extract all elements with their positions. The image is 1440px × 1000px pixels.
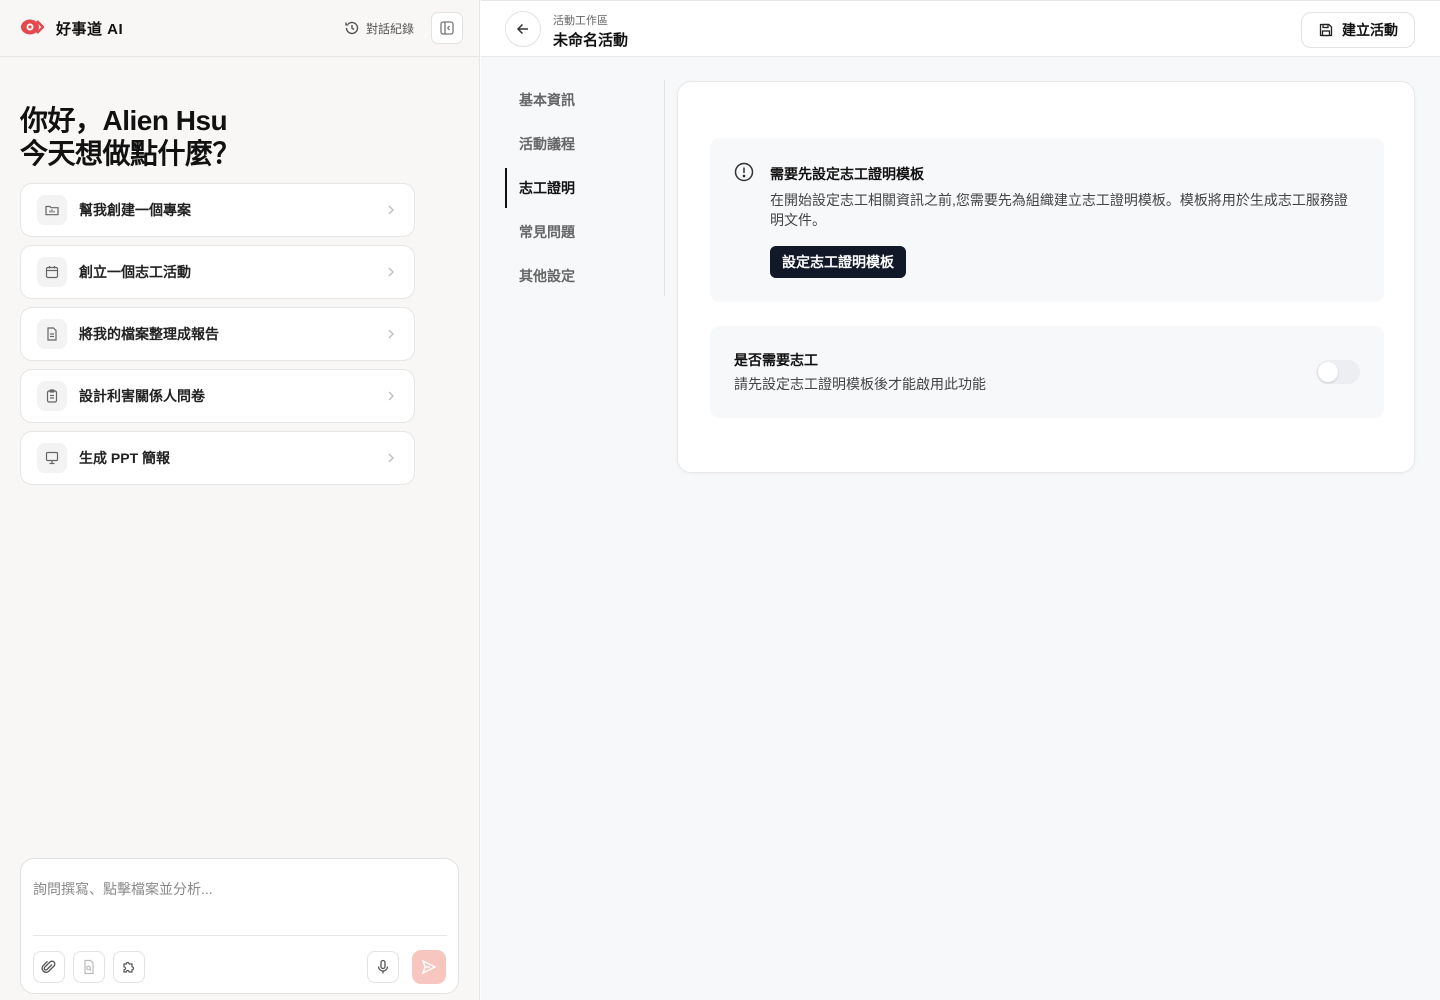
- document-icon: [37, 319, 67, 349]
- nav-agenda[interactable]: 活動議程: [505, 124, 664, 164]
- file-analyze-button[interactable]: [73, 951, 105, 983]
- breadcrumb: 活動工作區: [553, 15, 608, 27]
- chevron-right-icon: [388, 453, 394, 463]
- volunteer-certificate-card: 需要先設定志工證明模板 在開始設定志工相關資訊之前,您需要先為組織建立志工證明模…: [677, 81, 1415, 473]
- history-icon: [345, 21, 359, 35]
- suggestion-create-project[interactable]: 幫我創建一個專案: [20, 183, 415, 237]
- greeting: 你好，Alien Hsu 今天想做點什麼？: [20, 104, 241, 170]
- create-event-label: 建立活動: [1342, 22, 1398, 38]
- suggestion-list: 幫我創建一個專案 創立一個志工活動 將我的檔案整理成報告 設計利害關係人問卷 生…: [20, 183, 415, 493]
- send-button[interactable]: [412, 950, 446, 984]
- file-search-icon: [84, 959, 94, 975]
- suggestion-label: 設計利害關係人問卷: [79, 388, 205, 404]
- greeting-line-1: 你好，Alien Hsu: [20, 105, 228, 136]
- chat-header: 好事道 AI 對話紀錄: [0, 0, 480, 57]
- chevron-right-icon: [388, 205, 394, 215]
- toggle-knob: [1318, 362, 1338, 382]
- voice-input-button[interactable]: [367, 951, 399, 983]
- plugin-button[interactable]: [113, 951, 145, 983]
- paperclip-icon: [41, 960, 56, 973]
- suggestion-label: 將我的檔案整理成報告: [79, 326, 219, 342]
- suggestion-volunteer-event[interactable]: 創立一個志工活動: [20, 245, 415, 299]
- folder-chart-icon: [37, 195, 67, 225]
- chevron-right-icon: [388, 267, 394, 277]
- sidebar-collapse-icon: [440, 21, 454, 35]
- volunteer-required-setting: 是否需要志工 請先設定志工證明模板後才能啟用此功能: [710, 326, 1384, 418]
- setting-description: 請先設定志工證明模板後才能啟用此功能: [734, 376, 986, 392]
- alert-circle-icon: [734, 162, 754, 182]
- microphone-icon: [377, 959, 389, 974]
- nav-other-settings[interactable]: 其他設定: [505, 256, 664, 296]
- notice-description: 在開始設定志工相關資訊之前,您需要先為組織建立志工證明模板。模板將用於生成志工服…: [770, 192, 1348, 228]
- chevron-right-icon: [388, 391, 394, 401]
- chat-input[interactable]: 詢問撰寫、點擊檔案並分析...: [33, 879, 443, 899]
- logo-icon: [21, 19, 44, 35]
- volunteer-required-toggle[interactable]: [1316, 360, 1360, 384]
- presentation-icon: [37, 443, 67, 473]
- nav-faq[interactable]: 常見問題: [505, 212, 664, 252]
- chevron-right-icon: [388, 329, 394, 339]
- brand-name: 好事道 AI: [56, 21, 124, 38]
- back-button[interactable]: [505, 11, 541, 47]
- page-title: 未命名活動: [553, 32, 629, 49]
- setup-template-button[interactable]: 設定志工證明模板: [770, 246, 906, 278]
- suggestion-label: 幫我創建一個專案: [79, 202, 191, 218]
- suggestion-report[interactable]: 將我的檔案整理成報告: [20, 307, 415, 361]
- notice-title: 需要先設定志工證明模板: [770, 166, 924, 182]
- nav-basic-info[interactable]: 基本資訊: [505, 80, 664, 120]
- calendar-icon: [37, 257, 67, 287]
- suggestion-ppt[interactable]: 生成 PPT 簡報: [20, 431, 415, 485]
- nav-volunteer-certificate[interactable]: 志工證明: [505, 168, 664, 208]
- setting-title: 是否需要志工: [734, 352, 818, 368]
- create-event-button[interactable]: 建立活動: [1301, 12, 1415, 48]
- workspace-panel: 活動工作區 未命名活動 建立活動 基本資訊 活動議程 志工證明 常見問題 其他設…: [481, 0, 1440, 1000]
- workspace-header: 活動工作區 未命名活動 建立活動: [481, 0, 1440, 57]
- section-nav: 基本資訊 活動議程 志工證明 常見問題 其他設定: [505, 80, 665, 296]
- history-button[interactable]: 對話紀錄: [344, 18, 414, 38]
- attach-button[interactable]: [33, 951, 65, 983]
- send-icon: [421, 959, 437, 975]
- puzzle-icon: [123, 961, 135, 973]
- suggestion-survey[interactable]: 設計利害關係人問卷: [20, 369, 415, 423]
- suggestion-label: 創立一個志工活動: [79, 264, 191, 280]
- save-icon: [1319, 23, 1333, 37]
- composer-divider: [33, 935, 447, 936]
- clipboard-icon: [37, 381, 67, 411]
- arrow-left-icon: [516, 23, 528, 35]
- chat-panel: 好事道 AI 對話紀錄 你好，Alien Hsu 今天想做點什麼？ 幫我創建一個…: [0, 0, 480, 1000]
- history-label: 對話紀錄: [366, 21, 415, 36]
- suggestion-label: 生成 PPT 簡報: [79, 450, 171, 466]
- greeting-line-2: 今天想做點什麼？: [20, 138, 241, 169]
- collapse-sidebar-button[interactable]: [431, 12, 463, 44]
- chat-composer: 詢問撰寫、點擊檔案並分析...: [20, 858, 459, 994]
- template-required-notice: 需要先設定志工證明模板 在開始設定志工相關資訊之前,您需要先為組織建立志工證明模…: [710, 138, 1384, 302]
